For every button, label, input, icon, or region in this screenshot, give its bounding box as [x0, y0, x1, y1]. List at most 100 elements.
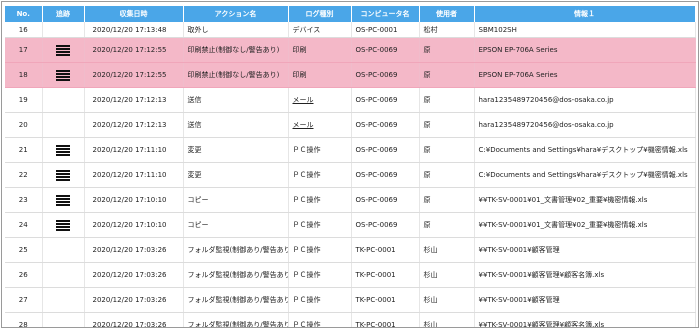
table-row[interactable]: 18 2020/12/20 17:12:55 印刷禁止(制御なし/警告あり) 印刷 OS…: [5, 62, 696, 88]
list-icon[interactable]: [56, 45, 70, 56]
log-type-label: ＰＣ操作: [292, 171, 321, 179]
log-type-label: ＰＣ操作: [292, 271, 321, 279]
cell-log-type: ＰＣ操作: [288, 137, 352, 163]
cell-info: C:¥Documents and Settings¥hara¥デスクトップ¥機密…: [474, 162, 696, 188]
table-row[interactable]: 23 2020/12/20 17:10:10 コピー ＰＣ操作 OS-PC-0069 原 ¥…: [5, 187, 696, 213]
header-action-name[interactable]: アクション名: [183, 6, 289, 22]
cell-trace: [42, 212, 85, 238]
cell-action: フォルダ監視(制御あり/警告あり): [183, 237, 289, 263]
list-icon[interactable]: [56, 220, 70, 231]
log-type-label: ＰＣ操作: [292, 196, 321, 204]
table-row[interactable]: 26 2020/12/20 17:03:26 フォルダ監視(制御あり/警告あり) ＰＣ…: [5, 262, 696, 288]
cell-info: EPSON EP-706A Series: [474, 37, 696, 63]
cell-info: hara1235489720456@dos-osaka.co.jp: [474, 112, 696, 138]
cell-trace: [42, 287, 85, 313]
cell-user: 松村: [419, 22, 475, 38]
cell-info: ¥¥TK-SV-0001¥顧客管理¥顧客名簿.xls: [474, 262, 696, 288]
cell-user: 原: [419, 187, 475, 213]
cell-computer: OS-PC-0069: [351, 62, 420, 88]
cell-date: 2020/12/20 17:12:55: [84, 37, 184, 63]
cell-info: ¥¥TK-SV-0001¥顧客管理: [474, 287, 696, 313]
cell-no: 16: [5, 22, 43, 38]
cell-action: フォルダ監視(制御あり/警告あり): [183, 262, 289, 288]
cell-log-type: 印刷: [288, 62, 352, 88]
cell-log-type: ＰＣ操作: [288, 187, 352, 213]
cell-log-type: デバイス: [288, 22, 352, 38]
table-row[interactable]: 17 2020/12/20 17:12:55 印刷禁止(制御なし/警告あり) 印刷 OS…: [5, 37, 696, 63]
table-row[interactable]: 24 2020/12/20 17:10:10 コピー ＰＣ操作 OS-PC-0069 原 ¥…: [5, 212, 696, 238]
cell-date: 2020/12/20 17:03:26: [84, 237, 184, 263]
cell-date: 2020/12/20 17:03:26: [84, 312, 184, 327]
cell-action: 変更: [183, 137, 289, 163]
header-no[interactable]: No.: [5, 6, 43, 22]
mail-link[interactable]: メール: [293, 96, 314, 104]
cell-action: 変更: [183, 162, 289, 188]
cell-info: ¥¥TK-SV-0001¥01_文書管理¥02_重要¥機密情報.xls: [474, 212, 696, 238]
header-collected-datetime[interactable]: 収集日時: [84, 6, 184, 22]
cell-date: 2020/12/20 17:11:10: [84, 137, 184, 163]
cell-no: 25: [5, 237, 43, 263]
cell-user: 杉山: [419, 237, 475, 263]
cell-log-type: ＰＣ操作: [288, 262, 352, 288]
cell-no: 21: [5, 137, 43, 163]
cell-trace: [42, 262, 85, 288]
header-trace[interactable]: 追跡: [42, 6, 85, 22]
cell-user: 杉山: [419, 312, 475, 327]
cell-date: 2020/12/20 17:12:55: [84, 62, 184, 88]
cell-user: 原: [419, 137, 475, 163]
cell-info: SBM102SH: [474, 22, 696, 38]
table-row[interactable]: 27 2020/12/20 17:03:26 フォルダ監視(制御あり/警告あり) ＰＣ…: [5, 287, 696, 313]
cell-computer: OS-PC-0001: [351, 22, 420, 38]
cell-log-type: メール: [288, 112, 352, 138]
cell-trace: [42, 187, 85, 213]
cell-date: 2020/12/20 17:12:13: [84, 87, 184, 113]
cell-trace: [42, 37, 85, 63]
log-table: No. 追跡 収集日時 アクション名 ログ種別 コンピュータ名 使用者 情報１ …: [5, 6, 696, 327]
mail-link[interactable]: メール: [293, 121, 314, 129]
cell-date: 2020/12/20 17:11:10: [84, 162, 184, 188]
log-type-label: デバイス: [292, 25, 321, 34]
cell-no: 24: [5, 212, 43, 238]
cell-action: フォルダ監視(制御あり/警告あり): [183, 287, 289, 313]
cell-user: 原: [419, 112, 475, 138]
table-row[interactable]: 28 2020/12/20 17:03:26 フォルダ監視(制御あり/警告あり) ＰＣ…: [5, 312, 696, 327]
table-row[interactable]: 20 2020/12/20 17:12:13 送信 メール OS-PC-0069 原 har…: [5, 112, 696, 138]
cell-action: コピー: [183, 212, 289, 238]
cell-info: EPSON EP-706A Series: [474, 62, 696, 88]
cell-computer: OS-PC-0069: [351, 37, 420, 63]
cell-date: 2020/12/20 17:10:10: [84, 187, 184, 213]
cell-no: 19: [5, 87, 43, 113]
cell-log-type: ＰＣ操作: [288, 237, 352, 263]
cell-user: 原: [419, 37, 475, 63]
cell-log-type: ＰＣ操作: [288, 212, 352, 238]
cell-action: 送信: [183, 87, 289, 113]
list-icon[interactable]: [56, 145, 70, 156]
cell-computer: OS-PC-0069: [351, 87, 420, 113]
cell-user: 杉山: [419, 287, 475, 313]
table-row[interactable]: 16 2020/12/20 17:13:48 取外し デバイス OS-PC-0001 松村…: [5, 22, 696, 38]
header-log-type[interactable]: ログ種別: [288, 6, 352, 22]
table-row[interactable]: 21 2020/12/20 17:11:10 変更 ＰＣ操作 OS-PC-0069 原 C:…: [5, 137, 696, 163]
header-computer-name[interactable]: コンピュータ名: [351, 6, 420, 22]
table-row[interactable]: 25 2020/12/20 17:03:26 フォルダ監視(制御あり/警告あり) ＰＣ…: [5, 237, 696, 263]
table-row[interactable]: 22 2020/12/20 17:11:10 変更 ＰＣ操作 OS-PC-0069 原 C:…: [5, 162, 696, 188]
list-icon[interactable]: [56, 70, 70, 81]
cell-user: 原: [419, 162, 475, 188]
cell-action: フォルダ監視(制御あり/警告あり): [183, 312, 289, 327]
list-icon[interactable]: [56, 195, 70, 206]
cell-trace: [42, 312, 85, 327]
list-icon[interactable]: [56, 170, 70, 181]
table-row[interactable]: 19 2020/12/20 17:12:13 送信 メール OS-PC-0069 原 har…: [5, 87, 696, 113]
cell-log-type: ＰＣ操作: [288, 287, 352, 313]
cell-user: 杉山: [419, 262, 475, 288]
cell-log-type: 印刷: [288, 37, 352, 63]
cell-log-type: メール: [288, 87, 352, 113]
cell-computer: TK-PC-0001: [351, 237, 420, 263]
cell-computer: OS-PC-0069: [351, 212, 420, 238]
table-header-row: No. 追跡 収集日時 アクション名 ログ種別 コンピュータ名 使用者 情報１: [5, 6, 696, 22]
cell-trace: [42, 237, 85, 263]
cell-user: 原: [419, 87, 475, 113]
header-info1[interactable]: 情報１: [474, 6, 696, 22]
header-user[interactable]: 使用者: [419, 6, 475, 22]
cell-action: 送信: [183, 112, 289, 138]
